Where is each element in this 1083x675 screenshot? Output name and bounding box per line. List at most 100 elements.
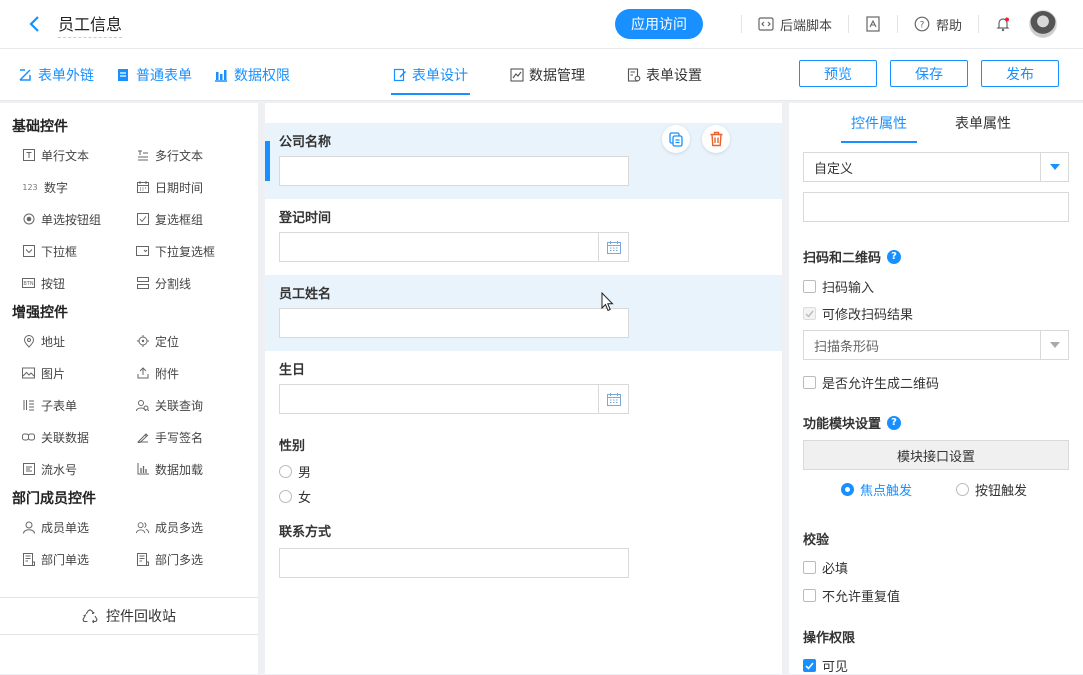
control-linked-query[interactable]: 关联查询	[136, 389, 250, 421]
visible-option[interactable]: 可见	[803, 656, 848, 675]
control-single-text[interactable]: 单行文本	[22, 139, 136, 171]
required-option[interactable]: 必填	[803, 558, 848, 577]
bar-chart-icon	[214, 68, 228, 82]
data-permission-label: 数据权限	[234, 68, 290, 84]
data-permission-link[interactable]: 数据权限	[214, 65, 290, 85]
gender-option-male[interactable]: 男	[279, 462, 311, 481]
tab-data-management[interactable]: 数据管理	[508, 49, 587, 101]
employee-name-input[interactable]	[279, 308, 629, 338]
control-label: 复选框组	[155, 212, 204, 227]
form-field-birthday[interactable]: 生日	[265, 351, 782, 427]
tab-control-properties[interactable]: 控件属性	[841, 103, 917, 143]
radio-button[interactable]	[956, 483, 969, 496]
checkbox[interactable]	[803, 659, 816, 672]
control-dropdown[interactable]: 下拉框	[22, 235, 136, 267]
save-button[interactable]: 保存	[890, 60, 968, 87]
mouse-cursor-icon	[601, 292, 614, 312]
control-multi-dropdown[interactable]: 下拉复选框	[136, 235, 250, 267]
scan-type-select[interactable]: 扫描条形码	[803, 330, 1069, 360]
checkbox[interactable]	[803, 561, 816, 574]
form-template-link[interactable]	[865, 16, 881, 32]
tab-form-design-label: 表单设计	[412, 68, 468, 84]
form-external-link-label: 表单外链	[38, 68, 94, 84]
help-link[interactable]: ? 帮助	[914, 15, 962, 34]
control-member-single[interactable]: 成员单选	[22, 511, 136, 543]
control-linked-data[interactable]: 关联数据	[22, 421, 136, 453]
control-label: 地址	[41, 334, 66, 349]
control-dept-single[interactable]: 部门单选	[22, 543, 136, 575]
trigger-focus-option[interactable]: 焦点触发	[841, 480, 912, 499]
help-icon[interactable]: ?	[887, 415, 902, 430]
control-multi-text[interactable]: 多行文本	[136, 139, 250, 171]
control-radio-group[interactable]: 单选按钮组	[22, 203, 136, 235]
checkbox-label: 必填	[822, 562, 849, 577]
form-field-employee-name[interactable]: 员工姓名	[265, 275, 782, 351]
tab-form-design[interactable]: 表单设计	[391, 49, 470, 101]
page-title[interactable]: 员工信息	[58, 11, 123, 38]
checkbox[interactable]	[803, 280, 816, 293]
control-label: 定位	[155, 334, 180, 349]
control-address[interactable]: 地址	[22, 325, 136, 357]
form-external-link[interactable]: 表单外链	[18, 65, 94, 85]
control-datetime[interactable]: 日期时间	[136, 171, 250, 203]
control-label: 关联数据	[41, 430, 90, 445]
app-access-button[interactable]: 应用访问	[614, 9, 703, 39]
control-signature[interactable]: 手写签名	[136, 421, 250, 453]
tab-form-settings[interactable]: 表单设置	[625, 49, 704, 101]
control-label: 单行文本	[41, 148, 90, 163]
checkbox[interactable]	[803, 589, 816, 602]
control-attachment[interactable]: 附件	[136, 357, 250, 389]
gender-option-female[interactable]: 女	[279, 487, 311, 506]
allow-qrcode-option[interactable]: 是否允许生成二维码	[803, 373, 939, 392]
avatar[interactable]	[1029, 10, 1057, 38]
calendar-icon[interactable]	[598, 233, 628, 261]
notification-bell[interactable]	[995, 16, 1011, 32]
register-time-input[interactable]	[279, 232, 629, 262]
form-field-contact[interactable]: 联系方式	[265, 513, 782, 589]
control-dept-multi[interactable]: 部门多选	[136, 543, 250, 575]
trigger-button-option[interactable]: 按钮触发	[956, 480, 1027, 499]
birthday-input[interactable]	[279, 384, 629, 414]
control-location[interactable]: 定位	[136, 325, 250, 357]
module-interface-button[interactable]: 模块接口设置	[803, 440, 1069, 470]
radio-icon	[22, 213, 35, 226]
preview-button[interactable]: 预览	[799, 60, 877, 87]
default-value-selected: 自定义	[814, 161, 854, 177]
radio-button[interactable]	[279, 465, 292, 478]
tab-form-properties[interactable]: 表单属性	[943, 103, 1023, 143]
copy-field-button[interactable]	[662, 125, 690, 153]
back-arrow-icon[interactable]	[22, 12, 46, 36]
control-button[interactable]: BTN 按钮	[22, 267, 136, 299]
radio-button[interactable]	[841, 483, 854, 496]
checkbox[interactable]	[803, 376, 816, 389]
no-duplicate-option[interactable]: 不允许重复值	[803, 586, 900, 605]
help-icon[interactable]: ?	[887, 249, 902, 264]
user-icon	[22, 521, 35, 534]
backend-script-link[interactable]: 后端脚本	[758, 15, 832, 34]
control-image[interactable]: 图片	[22, 357, 136, 389]
divider	[896, 15, 898, 33]
recycle-bin-button[interactable]: 控件回收站	[0, 597, 258, 635]
publish-button[interactable]: 发布	[981, 60, 1059, 87]
control-subform[interactable]: 子表单	[22, 389, 136, 421]
control-data-load[interactable]: 数据加载	[136, 453, 250, 485]
enhanced-controls-title: 增强控件	[12, 305, 68, 321]
form-field-company[interactable]: 公司名称	[265, 123, 782, 199]
contact-input[interactable]	[279, 548, 629, 578]
normal-form-link[interactable]: 普通表单	[116, 65, 192, 85]
default-value-select[interactable]: 自定义	[803, 152, 1069, 182]
form-field-gender[interactable]: 性别 男 女	[265, 427, 782, 513]
top-bar: 员工信息 应用访问 后端脚本 ? 帮助	[0, 0, 1083, 49]
control-number[interactable]: 123 数字	[22, 171, 136, 203]
default-value-input[interactable]	[803, 192, 1069, 222]
control-divider[interactable]: 分割线	[136, 267, 250, 299]
control-serial-number[interactable]: 流水号	[22, 453, 136, 485]
scan-input-option[interactable]: 扫码输入	[803, 277, 874, 296]
delete-field-button[interactable]	[702, 125, 730, 153]
control-member-multi[interactable]: 成员多选	[136, 511, 250, 543]
radio-button[interactable]	[279, 490, 292, 503]
form-field-register-time[interactable]: 登记时间	[265, 199, 782, 275]
calendar-icon[interactable]	[598, 385, 628, 413]
control-checkbox-group[interactable]: 复选框组	[136, 203, 250, 235]
company-name-input[interactable]	[279, 156, 629, 186]
